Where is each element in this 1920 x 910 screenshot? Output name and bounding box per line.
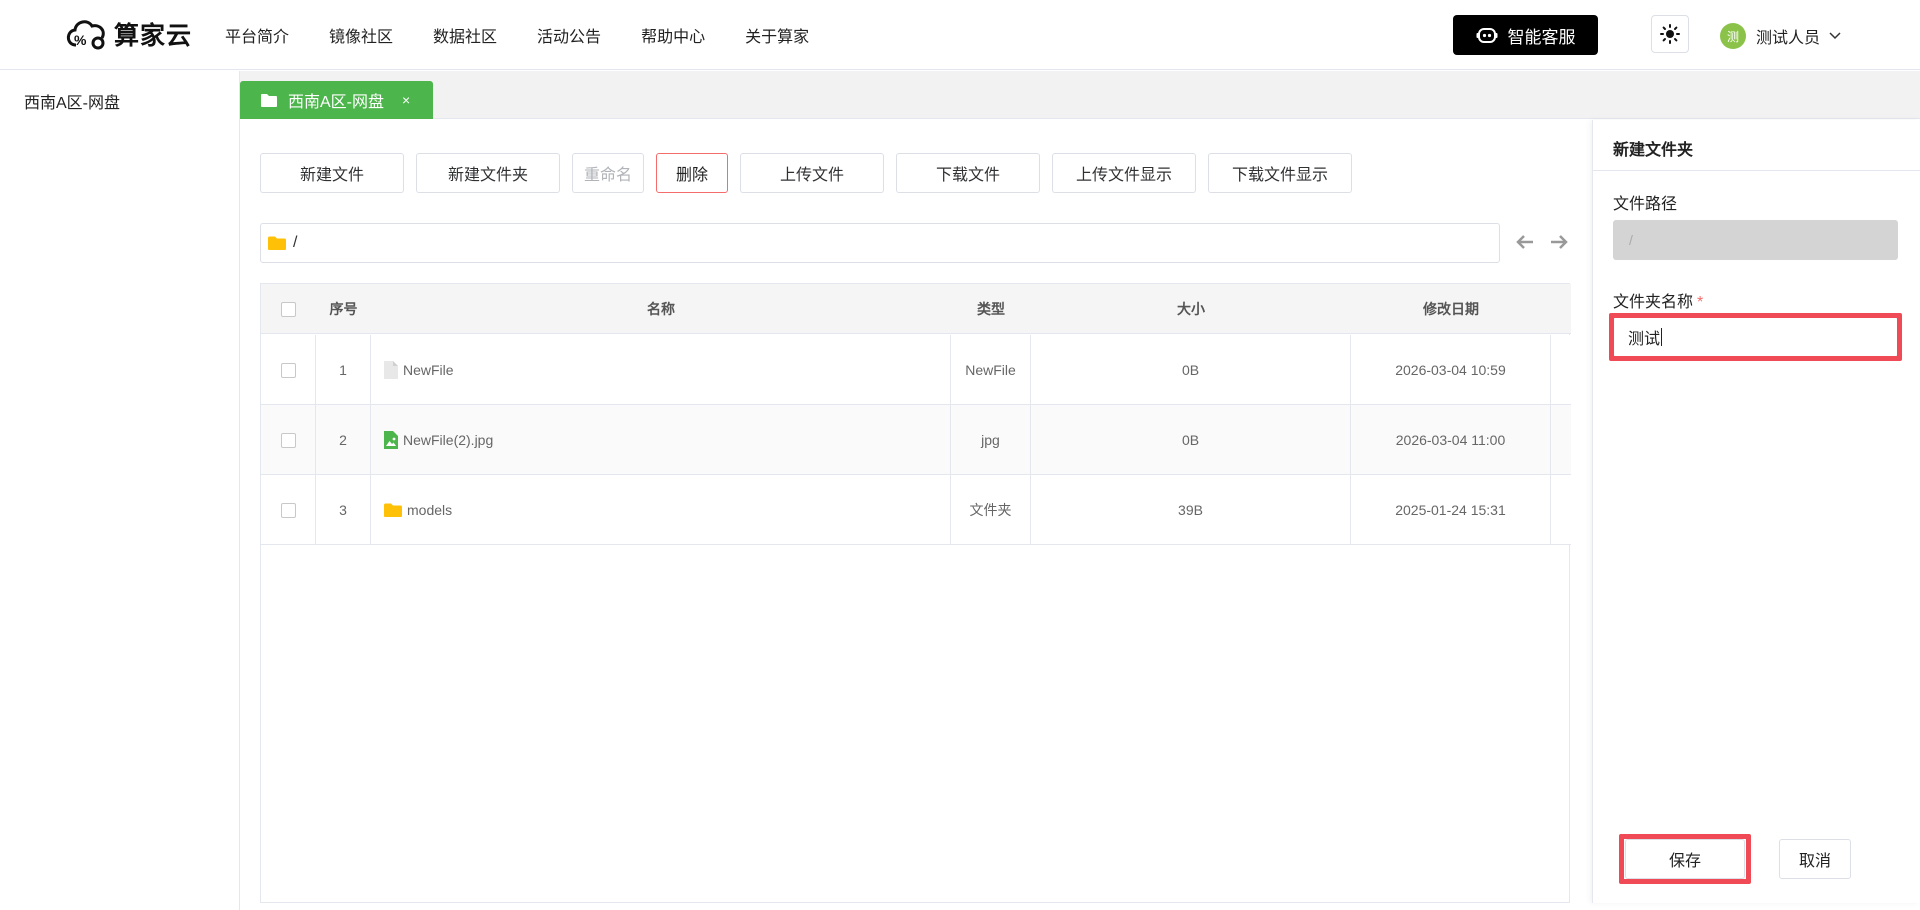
row-modified: 2025-01-24 15:31 xyxy=(1351,475,1551,545)
folder-icon xyxy=(268,236,286,250)
folder-name-label: 文件夹名称 * xyxy=(1613,288,1703,312)
nav-item-announcements[interactable]: 活动公告 xyxy=(537,23,601,47)
tab-label: 西南A区-网盘 xyxy=(288,94,385,111)
smart-service-button[interactable]: 智能客服 xyxy=(1453,15,1598,55)
upload-file-button[interactable]: 上传文件 xyxy=(740,153,884,193)
row-name: models xyxy=(407,502,453,518)
row-index: 2 xyxy=(316,405,371,475)
panel-title: 新建文件夹 xyxy=(1613,142,1694,159)
sidebar-item-southwest-a-netdisk[interactable]: 西南A区-网盘 xyxy=(24,89,120,113)
row-name: NewFile xyxy=(403,362,454,378)
save-button[interactable]: 保存 xyxy=(1625,839,1745,879)
nav-item-data-community[interactable]: 数据社区 xyxy=(433,23,497,47)
current-path: / xyxy=(293,234,298,251)
row-size: 39B xyxy=(1031,475,1351,545)
row-select-cell xyxy=(261,335,316,405)
download-display-button[interactable]: 下载文件显示 xyxy=(1208,153,1352,193)
brand-name: 算家云 xyxy=(114,22,193,50)
sun-icon xyxy=(1660,24,1680,44)
theme-toggle-button[interactable] xyxy=(1651,15,1689,53)
table-row[interactable]: 3 models 文件夹 39B 2025-01-24 15:31 xyxy=(261,475,1571,545)
chevron-down-icon xyxy=(1829,32,1841,40)
sidebar: 西南A区-网盘 xyxy=(0,71,240,910)
folder-name-label-text: 文件夹名称 xyxy=(1613,294,1694,311)
nav-item-platform-intro[interactable]: 平台简介 xyxy=(225,23,289,47)
header-modified: 修改日期 xyxy=(1423,301,1479,317)
row-type: NewFile xyxy=(951,335,1031,405)
upload-display-button[interactable]: 上传文件显示 xyxy=(1052,153,1196,193)
tab-southwest-a-netdisk[interactable]: 西南A区-网盘 × xyxy=(240,81,433,119)
svg-text:%: % xyxy=(74,32,87,48)
arrow-right-icon[interactable] xyxy=(1549,233,1569,251)
row-type: jpg xyxy=(951,405,1031,475)
row-type: 文件夹 xyxy=(951,475,1031,545)
path-bar[interactable]: / xyxy=(260,223,1500,263)
file-table: 序号 名称 类型 大小 修改日期 1 NewFile NewFile 0B 20… xyxy=(260,283,1571,903)
row-checkbox[interactable] xyxy=(280,502,296,518)
folder-icon xyxy=(384,503,402,517)
text-caret xyxy=(1661,328,1663,346)
required-mark: * xyxy=(1697,294,1704,311)
select-all-cell xyxy=(261,284,316,334)
robot-icon xyxy=(1476,28,1497,43)
table-row[interactable]: 2 NewFile(2).jpg jpg 0B 2026-03-04 11:00 xyxy=(261,405,1571,475)
folder-icon xyxy=(261,94,277,107)
row-size: 0B xyxy=(1031,405,1351,475)
toolbar: 新建文件 新建文件夹 重命名 删除 上传文件 下载文件 上传文件显示 下载文件显… xyxy=(260,153,1364,193)
header-size: 大小 xyxy=(1177,301,1205,317)
delete-button[interactable]: 删除 xyxy=(656,153,728,193)
file-path-value: / xyxy=(1629,232,1633,248)
new-folder-panel: 新建文件夹 文件路径 / 文件夹名称 * 测试 保存 取消 xyxy=(1592,120,1920,903)
nav-item-image-community[interactable]: 镜像社区 xyxy=(329,23,393,47)
folder-name-value: 测试 xyxy=(1628,331,1661,348)
tab-bar: 西南A区-网盘 × xyxy=(240,71,1920,119)
row-select-cell xyxy=(261,405,316,475)
row-size: 0B xyxy=(1031,335,1351,405)
row-modified: 2026-03-04 10:59 xyxy=(1351,335,1551,405)
new-file-button[interactable]: 新建文件 xyxy=(260,153,404,193)
logo[interactable]: % 算家云 xyxy=(62,14,192,54)
rename-button[interactable]: 重命名 xyxy=(572,153,644,193)
table-header: 序号 名称 类型 大小 修改日期 xyxy=(261,284,1571,334)
row-modified: 2026-03-04 11:00 xyxy=(1351,405,1551,475)
select-all-checkbox[interactable] xyxy=(281,301,296,317)
row-checkbox[interactable] xyxy=(280,432,296,448)
row-name-cell[interactable]: models xyxy=(371,475,951,545)
arrow-left-icon[interactable] xyxy=(1515,233,1535,251)
header-type: 类型 xyxy=(977,301,1005,317)
file-path-field: / xyxy=(1613,220,1898,260)
cloud-logo-icon: % xyxy=(66,20,105,50)
file-icon xyxy=(384,361,398,379)
download-file-button[interactable]: 下载文件 xyxy=(896,153,1040,193)
row-index: 3 xyxy=(316,475,371,545)
user-menu[interactable]: 测 测试人员 xyxy=(1720,22,1842,50)
cancel-button[interactable]: 取消 xyxy=(1779,839,1851,879)
row-name: NewFile(2).jpg xyxy=(403,432,494,448)
main-nav: 平台简介 镜像社区 数据社区 活动公告 帮助中心 关于算家 xyxy=(225,0,849,70)
nav-item-about[interactable]: 关于算家 xyxy=(745,23,809,47)
avatar: 测 xyxy=(1720,23,1746,49)
row-name-cell[interactable]: NewFile(2).jpg xyxy=(371,405,951,475)
row-select-cell xyxy=(261,475,316,545)
top-navbar: % 算家云 平台简介 镜像社区 数据社区 活动公告 帮助中心 关于算家 智能客服 xyxy=(0,0,1920,70)
panel-divider xyxy=(1593,170,1920,171)
nav-item-help-center[interactable]: 帮助中心 xyxy=(641,23,705,47)
user-name: 测试人员 xyxy=(1756,30,1821,47)
new-folder-button[interactable]: 新建文件夹 xyxy=(416,153,560,193)
row-checkbox[interactable] xyxy=(280,362,296,378)
folder-name-field[interactable]: 测试 xyxy=(1613,317,1898,357)
image-file-icon xyxy=(384,431,398,449)
row-name-cell[interactable]: NewFile xyxy=(371,335,951,405)
tab-close-icon[interactable]: × xyxy=(402,92,410,108)
header-index: 序号 xyxy=(329,301,358,317)
smart-service-label: 智能客服 xyxy=(1507,27,1576,47)
file-path-label: 文件路径 xyxy=(1613,196,1678,213)
row-index: 1 xyxy=(316,335,371,405)
path-navigation xyxy=(1515,233,1583,251)
header-name: 名称 xyxy=(647,301,675,317)
table-row[interactable]: 1 NewFile NewFile 0B 2026-03-04 10:59 xyxy=(261,335,1571,405)
